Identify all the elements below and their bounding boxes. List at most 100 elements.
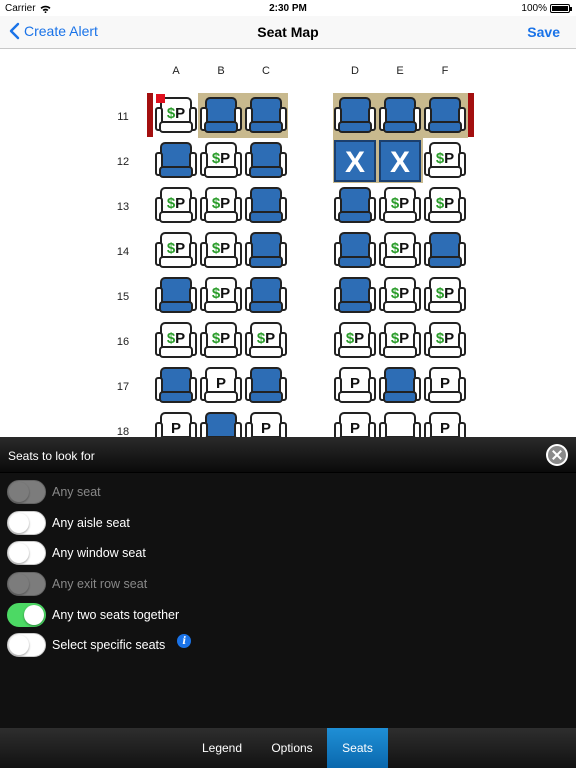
- seat-12C[interactable]: [245, 142, 287, 178]
- seat-18F[interactable]: P: [424, 412, 466, 437]
- seat-17F[interactable]: P: [424, 367, 466, 403]
- seat-17B[interactable]: P: [200, 367, 242, 403]
- seat-16F[interactable]: $P: [424, 322, 466, 358]
- seat-11B[interactable]: [200, 97, 242, 133]
- seat-17A[interactable]: [155, 367, 197, 403]
- seat-14F[interactable]: [424, 232, 466, 268]
- seat-label: P: [440, 420, 450, 437]
- seat-15B[interactable]: $P: [200, 277, 242, 313]
- seat-grid: $P $P X X $P $P $P $P $P $P $P $P $P $P $P $P $P $P $P $P $P…: [147, 93, 474, 437]
- seat-18A[interactable]: P: [155, 412, 197, 437]
- seat-14B[interactable]: $P: [200, 232, 242, 268]
- exit-row-marker: [468, 93, 474, 137]
- toggle-knob: [9, 482, 29, 502]
- seat-13A[interactable]: $P: [155, 187, 197, 223]
- tab-seats[interactable]: Seats: [327, 728, 388, 768]
- seat-11A[interactable]: $P: [155, 97, 197, 133]
- status-bar: Carrier 2:30 PM 100%: [0, 0, 576, 16]
- seat-16C[interactable]: $P: [245, 322, 287, 358]
- tab-bar: Legend Options Seats: [0, 728, 576, 768]
- option-row: Any window seat: [7, 541, 146, 565]
- seat-15E[interactable]: $P: [379, 277, 421, 313]
- seat-13B[interactable]: $P: [200, 187, 242, 223]
- seat-16D[interactable]: $P: [334, 322, 376, 358]
- seat-13F[interactable]: $P: [424, 187, 466, 223]
- seat-label: $P: [436, 285, 454, 302]
- seat-label: $P: [436, 195, 454, 212]
- seat-label: P: [440, 375, 450, 392]
- option-row: Any seat: [7, 480, 101, 504]
- seat-14D[interactable]: [334, 232, 376, 268]
- seat-18C[interactable]: P: [245, 412, 287, 437]
- option-row: Any two seats together: [7, 603, 179, 627]
- seat-15F[interactable]: $P: [424, 277, 466, 313]
- toggle-knob: [9, 635, 29, 655]
- seat-13D[interactable]: [334, 187, 376, 223]
- seat-16A[interactable]: $P: [155, 322, 197, 358]
- option-toggle[interactable]: [7, 541, 46, 565]
- seat-options-panel: Seats to look for Any seat Any aisle seat…: [0, 437, 576, 728]
- seat-label: $P: [257, 330, 275, 347]
- seat-13C[interactable]: [245, 187, 287, 223]
- seat-15C[interactable]: [245, 277, 287, 313]
- seat-11C[interactable]: [245, 97, 287, 133]
- option-label: Select specific seats: [52, 638, 166, 652]
- seat-label: $P: [391, 195, 409, 212]
- option-label: Any window seat: [52, 546, 146, 560]
- option-row: Select specific seats i: [7, 633, 192, 657]
- info-icon[interactable]: i: [177, 634, 192, 648]
- seat-label: P: [216, 375, 226, 392]
- seat-14C[interactable]: [245, 232, 287, 268]
- seat-11E[interactable]: [379, 97, 421, 133]
- seat-label: $P: [346, 330, 364, 347]
- seat-17C[interactable]: [245, 367, 287, 403]
- save-button[interactable]: Save: [527, 24, 560, 40]
- option-label: Any seat: [52, 485, 101, 499]
- seat-12A[interactable]: [155, 142, 197, 178]
- battery-percent: 100%: [521, 3, 547, 14]
- seat-14E[interactable]: $P: [379, 232, 421, 268]
- seat-label: $P: [167, 195, 185, 212]
- panel-header: Seats to look for: [0, 437, 576, 473]
- seat-12F[interactable]: $P: [424, 142, 466, 178]
- toggle-knob: [9, 513, 29, 533]
- seat-13E[interactable]: $P: [379, 187, 421, 223]
- seat-12B[interactable]: $P: [200, 142, 242, 178]
- toggle-knob: [9, 543, 29, 563]
- seat-15D[interactable]: [334, 277, 376, 313]
- seat-label: P: [261, 420, 271, 437]
- seat-label: $P: [212, 195, 230, 212]
- seat-label: $P: [212, 150, 230, 167]
- seat-11D[interactable]: [334, 97, 376, 133]
- seat-label: P: [350, 375, 360, 392]
- seat-label: X: [390, 146, 410, 179]
- seat-map: ABCDEF 11 12 13 14 15 16 17 18 $P $P X X $P $P $P $P $P…: [0, 49, 576, 437]
- seat-18B[interactable]: [200, 412, 242, 437]
- seat-14A[interactable]: $P: [155, 232, 197, 268]
- seat-17D[interactable]: P: [334, 367, 376, 403]
- tab-options[interactable]: Options: [260, 728, 324, 768]
- seat-16B[interactable]: $P: [200, 322, 242, 358]
- option-label: Any exit row seat: [52, 577, 148, 591]
- option-toggle[interactable]: [7, 633, 46, 657]
- seat-label: $P: [391, 240, 409, 257]
- status-time: 2:30 PM: [269, 3, 307, 14]
- navigation-bar: Create Alert Seat Map Save: [0, 16, 576, 49]
- option-row: Any exit row seat: [7, 572, 147, 596]
- seat-15A[interactable]: [155, 277, 197, 313]
- seat-12E[interactable]: X: [379, 140, 421, 182]
- option-toggle: [7, 480, 46, 504]
- seat-17E[interactable]: [379, 367, 421, 403]
- close-icon[interactable]: [546, 444, 568, 466]
- seat-12D[interactable]: X: [334, 140, 376, 182]
- seat-11F[interactable]: [424, 97, 466, 133]
- seat-18D[interactable]: P: [334, 412, 376, 437]
- flag-icon: [156, 94, 165, 103]
- seat-16E[interactable]: $P: [379, 322, 421, 358]
- tab-legend[interactable]: Legend: [188, 728, 256, 768]
- option-toggle[interactable]: [7, 603, 46, 627]
- seat-label: $P: [212, 285, 230, 302]
- seat-18E[interactable]: [379, 412, 421, 437]
- option-label: Any two seats together: [52, 608, 180, 622]
- option-toggle[interactable]: [7, 511, 46, 535]
